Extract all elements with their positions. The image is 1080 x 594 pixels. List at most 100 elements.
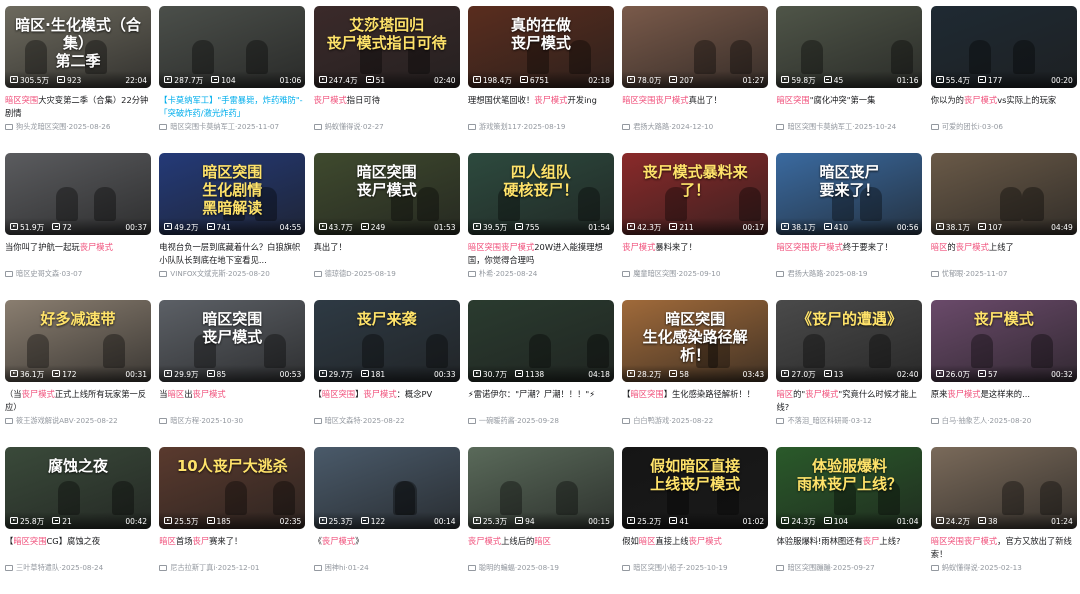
video-title[interactable]: 暗区的丧尸模式上线了 (931, 241, 1077, 266)
video-card[interactable]: 25.3万 122 00:14 《丧尸模式》 困神hi · 01-24 (313, 447, 460, 594)
uploader-name[interactable]: 尼古拉斯丁真i (170, 563, 215, 573)
video-title[interactable]: 原来丧尸模式是这样来的... (931, 388, 1077, 413)
uploader-name[interactable]: 暗区文森特 (325, 416, 361, 426)
uploader-name[interactable]: 暗区史哥文森 (16, 269, 59, 279)
video-thumbnail[interactable]: 丧尸模式暴料来了！ 42.3万 211 00:17 (622, 153, 769, 235)
uploader-name[interactable]: 忧郁眼 (942, 269, 964, 279)
uploader-name[interactable]: 朴希 (479, 269, 493, 279)
video-card[interactable]: 30.7万 1138 04:18 ⚡雷诺伊尔："尸潮？尸潮！！！"⚡ 一碗暖药酱 · 2… (467, 300, 614, 447)
video-title[interactable]: 真出了！ (314, 241, 460, 266)
video-title[interactable]: 丧尸模式指日可待 (314, 94, 460, 119)
video-title[interactable]: ⚡雷诺伊尔："尸潮？尸潮！！！"⚡ (468, 388, 614, 413)
video-card[interactable]: 真的在做 丧尸模式 198.4万 6751 02:18 理想国伏笔回收！丧尸模式开发in… (467, 6, 614, 153)
video-title[interactable]: 暗区突围丧尸模式20W进入能摸理想国，你觉得合理吗 (468, 241, 614, 266)
video-thumbnail[interactable]: 真的在做 丧尸模式 198.4万 6751 02:18 (467, 6, 614, 88)
video-card[interactable]: 暗区突围 生化感染路径解析！ 28.2万 58 03:43 【暗区突围】生化感染路径解析… (622, 300, 769, 447)
video-title[interactable]: 当暗区出丧尸模式 (159, 388, 305, 413)
video-card[interactable]: 59.8万 45 01:16 暗区突围"腐化冲突"第一集 暗区突围卡莫纳军工 · 202… (776, 6, 923, 153)
video-title[interactable]: 暗区突围大灾变第二季（合集）22分钟剧情 (5, 94, 151, 119)
uploader-name[interactable]: 蚂蚁懂得说 (325, 122, 361, 132)
video-thumbnail[interactable]: 55.4万 177 00:20 (930, 6, 1077, 88)
video-card[interactable]: 艾莎塔回归 丧尸模式指日可待 247.4万 51 02:40 丧尸模式指日可待蚂蚁懂得说… (313, 6, 460, 153)
uploader-name[interactable]: 暗区突围小船子 (633, 563, 683, 573)
video-title[interactable]: 【暗区突围】丧尸模式：概念PV (314, 388, 460, 413)
video-card[interactable]: 287.7万 104 01:06 【卡莫纳军工】"手雷暴毙，炸药难防"-「突破炸药/激… (159, 6, 306, 153)
uploader-name[interactable]: 困神hi (325, 563, 346, 573)
video-card[interactable]: 好多减速带 36.1万 172 00:31 （当丧尸模式正式上线所有玩家第一反应） 筱王游… (5, 300, 151, 447)
uploader-name[interactable]: 白白鸭游戏 (633, 416, 669, 426)
video-card[interactable]: 暗区·生化模式（合集） 第二季 305.5万 923 22:04 暗区突围大灾变第二季（… (5, 6, 151, 153)
video-thumbnail[interactable]: 25.3万 94 00:15 (467, 447, 614, 529)
video-title[interactable]: 暗区突围"腐化冲突"第一集 (776, 94, 922, 119)
video-thumbnail[interactable]: 暗区突围 丧尸模式 29.9万 85 00:53 (159, 300, 306, 382)
uploader-name[interactable]: 君扬大路路 (787, 269, 823, 279)
video-card[interactable]: 暗区突围 丧尸模式 29.9万 85 00:53 当暗区出丧尸模式 暗区方程 · 2025… (159, 300, 306, 447)
video-title[interactable]: 【暗区突围】生化感染路径解析！！ (622, 388, 768, 413)
uploader-name[interactable]: 暗区突围卡莫纳军工 (170, 122, 235, 132)
video-card[interactable]: 78.0万 207 01:27 暗区突围丧尸模式真出了！ 君扬大路路 · 2024-12… (622, 6, 769, 153)
video-card[interactable]: 51.9万 72 00:37 当你叫了护航一起玩丧尸模式 暗区史哥文森 · 03-07 (5, 153, 151, 300)
video-thumbnail[interactable]: 假如暗区直接 上线丧尸模式 25.2万 41 01:02 (622, 447, 769, 529)
video-thumbnail[interactable]: 暗区·生化模式（合集） 第二季 305.5万 923 22:04 (5, 6, 151, 88)
uploader-name[interactable]: VINFOX文斌克斯 (170, 269, 225, 279)
video-card[interactable]: 24.2万 38 01:24 暗区突围丧尸模式，官方又放出了新线索！ 蚂蚁懂得说 · 2… (930, 447, 1077, 594)
video-title[interactable]: （当丧尸模式正式上线所有玩家第一反应） (5, 388, 151, 413)
video-title[interactable]: 《丧尸模式》 (314, 535, 460, 560)
uploader-name[interactable]: 可爱的团长i (942, 122, 980, 132)
uploader-name[interactable]: 君扬大路路 (633, 122, 669, 132)
video-thumbnail[interactable]: 暗区丧尸 要来了！ 38.1万 410 00:56 (776, 153, 923, 235)
uploader-name[interactable]: 暗区突围蹦蹦 (787, 563, 830, 573)
video-thumbnail[interactable]: 暗区突围 丧尸模式 43.7万 249 01:53 (313, 153, 460, 235)
video-title[interactable]: 丧尸模式上线后的暗区 (468, 535, 614, 560)
video-thumbnail[interactable]: 腐蚀之夜 25.8万 21 00:42 (5, 447, 151, 529)
video-title[interactable]: 暗区首场丧尸赛来了！ (159, 535, 305, 560)
video-card[interactable]: 10人丧尸大逃杀 25.5万 185 02:35 暗区首场丧尸赛来了！ 尼古拉斯丁真i ·… (159, 447, 306, 594)
uploader-name[interactable]: 魔童暗区突围 (633, 269, 676, 279)
video-thumbnail[interactable]: 体验服爆料 雨林丧尸上线？ 24.3万 104 01:04 (776, 447, 923, 529)
video-thumbnail[interactable]: 24.2万 38 01:24 (930, 447, 1077, 529)
video-thumbnail[interactable]: 艾莎塔回归 丧尸模式指日可待 247.4万 51 02:40 (313, 6, 460, 88)
video-thumbnail[interactable]: 丧尸模式 26.0万 57 00:32 (930, 300, 1077, 382)
video-title[interactable]: 电视台负一层到底藏着什么？白狼旗帜小队队长到底在地下室看见... (159, 241, 305, 266)
video-thumbnail[interactable]: 暗区突围 生化剧情 黑暗解读 49.2万 741 04:55 (159, 153, 306, 235)
video-thumbnail[interactable]: 59.8万 45 01:16 (776, 6, 923, 88)
video-card[interactable]: 38.1万 107 04:49 暗区的丧尸模式上线了 忧郁眼 · 2025-11-07 (930, 153, 1077, 300)
video-thumbnail[interactable]: 四人组队 硬核丧尸！ 39.5万 755 01:54 (467, 153, 614, 235)
video-title[interactable]: 理想国伏笔回收！丧尸模式开发ing (468, 94, 614, 119)
video-thumbnail[interactable]: 暗区突围 生化感染路径解析！ 28.2万 58 03:43 (622, 300, 769, 382)
uploader-name[interactable]: 暗区方程 (170, 416, 199, 426)
video-thumbnail[interactable]: 丧尸来袭 29.7万 181 00:33 (313, 300, 460, 382)
uploader-name[interactable]: 蚂蚁懂得说 (942, 563, 978, 573)
video-thumbnail[interactable]: 10人丧尸大逃杀 25.5万 185 02:35 (159, 447, 306, 529)
uploader-name[interactable]: 白马·抽象艺人 (942, 416, 987, 426)
video-thumbnail[interactable]: 287.7万 104 01:06 (159, 6, 306, 88)
video-title[interactable]: 【卡莫纳军工】"手雷暴毙，炸药难防"-「突破炸药/激光炸药」 (159, 94, 305, 119)
video-title[interactable]: 假如暗区直接上线丧尸模式 (622, 535, 768, 560)
video-card[interactable]: 体验服爆料 雨林丧尸上线？ 24.3万 104 01:04 体验服爆料!雨林图还有丧尸上… (776, 447, 923, 594)
video-title[interactable]: 暗区突围丧尸模式，官方又放出了新线索！ (931, 535, 1077, 560)
video-thumbnail[interactable]: 51.9万 72 00:37 (5, 153, 151, 235)
uploader-name[interactable]: 一碗暖药酱 (479, 416, 515, 426)
video-title[interactable]: 暗区突围丧尸模式真出了！ (622, 94, 768, 119)
video-thumbnail[interactable]: 78.0万 207 01:27 (622, 6, 769, 88)
video-card[interactable]: 假如暗区直接 上线丧尸模式 25.2万 41 01:02 假如暗区直接上线丧尸模式暗区突… (622, 447, 769, 594)
video-title[interactable]: 体验服爆料!雨林图还有丧尸上线? (776, 535, 922, 560)
video-card[interactable]: 《丧尸的遭遇》 27.0万 13 02:40 暗区的"丧尸模式"究竟什么时候才能上线? 不… (776, 300, 923, 447)
uploader-name[interactable]: 暗区突围卡莫纳军工 (787, 122, 852, 132)
video-title[interactable]: 你以为的丧尸模式vs实际上的玩家 (931, 94, 1077, 119)
uploader-name[interactable]: 狗头龙暗区突围 (16, 122, 66, 132)
video-thumbnail[interactable]: 38.1万 107 04:49 (930, 153, 1077, 235)
uploader-name[interactable]: 三叶草特遣队 (16, 563, 59, 573)
uploader-name[interactable]: 聪明的蝙蝠 (479, 563, 515, 573)
uploader-name[interactable]: 不落泪_暗区科研哥 (787, 416, 848, 426)
video-title[interactable]: 丧尸模式暴料来了！ (622, 241, 768, 266)
video-card[interactable]: 暗区丧尸 要来了！ 38.1万 410 00:56 暗区突围丧尸模式终于要来了！ 君扬大路… (776, 153, 923, 300)
video-card[interactable]: 丧尸模式 26.0万 57 00:32 原来丧尸模式是这样来的... 白马·抽象艺人 · … (930, 300, 1077, 447)
uploader-name[interactable]: 筱王游戏解说ABV (16, 416, 74, 426)
video-card[interactable]: 暗区突围 生化剧情 黑暗解读 49.2万 741 04:55 电视台负一层到底藏着什么？… (159, 153, 306, 300)
video-thumbnail[interactable]: 25.3万 122 00:14 (313, 447, 460, 529)
video-title[interactable]: 暗区的"丧尸模式"究竟什么时候才能上线? (776, 388, 922, 413)
video-thumbnail[interactable]: 好多减速带 36.1万 172 00:31 (5, 300, 151, 382)
video-thumbnail[interactable]: 《丧尸的遭遇》 27.0万 13 02:40 (776, 300, 923, 382)
video-card[interactable]: 丧尸模式暴料来了！ 42.3万 211 00:17 丧尸模式暴料来了！ 魔童暗区突围 · … (622, 153, 769, 300)
